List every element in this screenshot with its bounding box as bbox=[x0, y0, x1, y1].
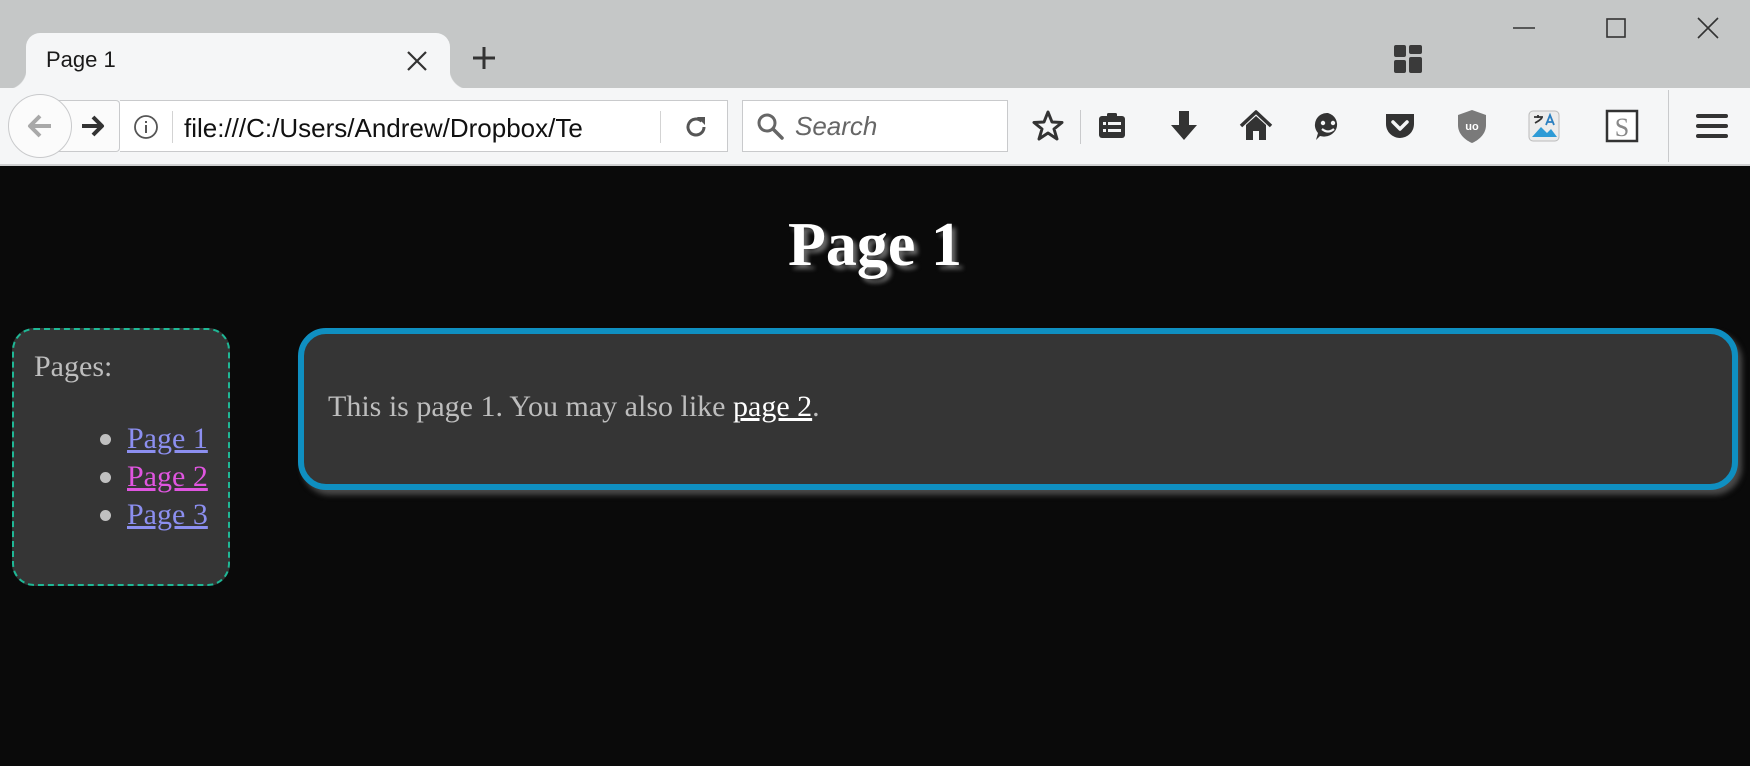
search-icon bbox=[757, 113, 784, 140]
menu-button[interactable] bbox=[1690, 104, 1734, 148]
tab-close-icon[interactable] bbox=[404, 48, 430, 74]
bullet-icon bbox=[100, 509, 111, 521]
ublock-icon: uo bbox=[1458, 110, 1486, 143]
url-divider bbox=[172, 111, 173, 143]
translate-icon bbox=[1528, 110, 1560, 142]
new-tab-button[interactable] bbox=[466, 40, 502, 76]
maximize-icon bbox=[1606, 18, 1626, 38]
bullet-icon bbox=[100, 433, 111, 445]
minimize-button[interactable] bbox=[1502, 10, 1546, 46]
content-text-after: . bbox=[812, 390, 820, 423]
home-button[interactable] bbox=[1234, 104, 1278, 148]
reload-icon bbox=[686, 117, 706, 137]
sidebar-link-page-1[interactable]: Page 1 bbox=[127, 422, 208, 456]
tab-title: Page 1 bbox=[46, 47, 116, 72]
emoji-button[interactable] bbox=[1306, 104, 1350, 148]
back-button[interactable] bbox=[8, 94, 72, 158]
page-viewport: Page 1 Pages: Page 1 Page 2 Page 3 This … bbox=[0, 166, 1750, 766]
hamburger-menu-icon bbox=[1696, 114, 1728, 138]
browser-titlebar: Page 1 bbox=[0, 0, 1750, 89]
sidebar-link-page-3[interactable]: Page 3 bbox=[127, 498, 208, 532]
toolbar-divider bbox=[1668, 90, 1669, 162]
sidebar-heading: Pages: bbox=[34, 350, 113, 383]
search-bar[interactable] bbox=[742, 100, 1008, 152]
url-text[interactable]: file:///C:/Users/Andrew/Dropbox/Te bbox=[184, 113, 604, 143]
forward-arrow-icon bbox=[82, 115, 104, 137]
page-2-link[interactable]: page 2 bbox=[733, 390, 812, 423]
library-button[interactable] bbox=[1090, 104, 1134, 148]
download-icon bbox=[1171, 111, 1197, 140]
containers-button[interactable] bbox=[1392, 43, 1424, 75]
page-title: Page 1 bbox=[788, 211, 962, 279]
emoji-icon bbox=[1314, 112, 1338, 140]
plus-icon bbox=[473, 47, 495, 69]
content-box: This is page 1. You may also like page 2… bbox=[298, 328, 1738, 490]
content-text-before: This is page 1. You may also like bbox=[328, 390, 733, 423]
star-icon bbox=[1032, 110, 1064, 141]
bookmark-button[interactable] bbox=[1026, 104, 1070, 148]
search-input[interactable] bbox=[795, 109, 995, 143]
window-close-button[interactable] bbox=[1686, 10, 1730, 46]
stylus-icon: S bbox=[1605, 109, 1639, 143]
back-arrow-icon bbox=[28, 114, 51, 138]
svg-text:uo: uo bbox=[1465, 121, 1479, 133]
info-icon[interactable] bbox=[132, 113, 160, 141]
sidebar-link-page-2[interactable]: Page 2 bbox=[127, 460, 208, 494]
close-icon bbox=[1697, 17, 1719, 39]
ublock-button[interactable]: uo bbox=[1450, 104, 1494, 148]
content-paragraph: This is page 1. You may also like page 2… bbox=[328, 390, 820, 424]
containers-icon bbox=[1394, 45, 1422, 73]
bullet-icon bbox=[100, 471, 111, 483]
navigation-toolbar: file:///C:/Users/Andrew/Dropbox/Te Searc… bbox=[0, 88, 1750, 166]
stylus-button[interactable]: S bbox=[1600, 104, 1644, 148]
library-icon bbox=[1099, 113, 1125, 138]
translate-button[interactable] bbox=[1522, 104, 1566, 148]
sidebar: Pages: Page 1 Page 2 Page 3 bbox=[12, 328, 230, 586]
minimize-icon bbox=[1513, 27, 1535, 29]
list-item: Page 3 bbox=[36, 496, 208, 534]
pocket-icon bbox=[1386, 114, 1414, 138]
url-divider bbox=[660, 111, 661, 143]
downloads-button[interactable] bbox=[1162, 104, 1206, 148]
home-icon bbox=[1239, 110, 1273, 140]
tab-page-1[interactable]: Page 1 bbox=[6, 33, 470, 89]
list-item: Page 2 bbox=[36, 458, 208, 496]
toolbar-divider bbox=[1080, 110, 1081, 144]
maximize-button[interactable] bbox=[1594, 10, 1638, 46]
pocket-button[interactable] bbox=[1378, 104, 1422, 148]
svg-text:S: S bbox=[1615, 113, 1629, 142]
url-bar[interactable]: file:///C:/Users/Andrew/Dropbox/Te bbox=[120, 100, 728, 152]
list-item: Page 1 bbox=[36, 420, 208, 458]
sidebar-page-list: Page 1 Page 2 Page 3 bbox=[36, 420, 208, 534]
reload-button[interactable] bbox=[676, 109, 716, 145]
